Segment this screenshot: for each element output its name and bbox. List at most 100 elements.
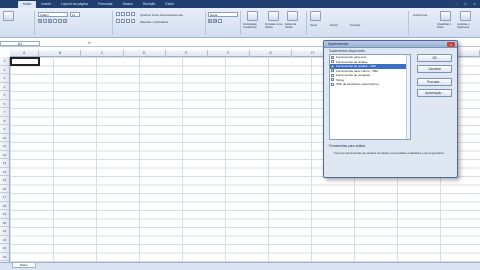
addin-checkbox[interactable] bbox=[331, 64, 334, 68]
font-color-icon[interactable]: A bbox=[63, 19, 67, 23]
orientation-icon[interactable] bbox=[131, 12, 135, 16]
merge-center-button[interactable]: Mesclar e Centralizar bbox=[140, 20, 168, 24]
number-format-select[interactable]: Geral bbox=[208, 12, 238, 17]
addin-list-item[interactable]: XML de Assistente para Internet bbox=[330, 82, 410, 87]
find-select-icon[interactable] bbox=[460, 11, 471, 21]
row-header[interactable]: 14 bbox=[0, 168, 9, 176]
fx-icon[interactable]: fx bbox=[88, 41, 91, 45]
active-cell-a1[interactable] bbox=[10, 57, 40, 66]
browse-button[interactable]: Procurar... bbox=[417, 78, 452, 86]
column-header[interactable]: A bbox=[10, 50, 40, 57]
row-header[interactable]: 20 bbox=[0, 219, 9, 227]
addin-checkbox[interactable] bbox=[331, 78, 334, 82]
row-header[interactable]: 19 bbox=[0, 210, 9, 219]
automation-button[interactable]: Automação... bbox=[417, 89, 452, 97]
percent-icon[interactable]: % bbox=[213, 19, 217, 23]
addins-list[interactable]: Ferramentas para euro Ferramentas de anál… bbox=[329, 54, 411, 140]
addin-checkbox[interactable] bbox=[331, 55, 334, 59]
align-bottom-icon[interactable] bbox=[126, 12, 130, 16]
italic-icon[interactable]: I bbox=[43, 19, 47, 23]
border-icon[interactable] bbox=[53, 19, 57, 23]
column-header[interactable]: B bbox=[39, 50, 82, 57]
row-header[interactable]: 9 bbox=[0, 125, 9, 134]
addin-checkbox[interactable] bbox=[331, 82, 334, 86]
row-header[interactable]: 6 bbox=[0, 100, 9, 108]
column-header[interactable]: F bbox=[208, 50, 250, 57]
tab-home[interactable]: Início bbox=[18, 1, 37, 8]
row-header[interactable]: 22 bbox=[0, 236, 9, 244]
addin-checkbox[interactable] bbox=[331, 60, 334, 64]
row-header[interactable]: 24 bbox=[0, 253, 9, 261]
font-size-select[interactable]: 11 bbox=[70, 12, 80, 17]
row-header[interactable]: 15 bbox=[0, 176, 9, 185]
column-header[interactable]: D bbox=[124, 50, 166, 57]
align-left-icon[interactable] bbox=[116, 19, 120, 23]
sheet-tab[interactable]: Plan1 bbox=[12, 263, 36, 268]
row-header[interactable]: 8 bbox=[0, 117, 9, 125]
close-icon[interactable]: × bbox=[447, 42, 455, 47]
window-controls: – □ × bbox=[454, 1, 477, 6]
row-header[interactable]: 4 bbox=[0, 83, 9, 91]
currency-icon[interactable]: $ bbox=[208, 19, 212, 23]
row-header[interactable]: 21 bbox=[0, 227, 9, 236]
row-header[interactable]: 18 bbox=[0, 202, 9, 210]
row-header[interactable]: 16 bbox=[0, 185, 9, 193]
tab-view[interactable]: Exibir bbox=[160, 1, 179, 8]
close-icon[interactable]: × bbox=[472, 1, 477, 6]
tab-data[interactable]: Dados bbox=[118, 1, 138, 8]
row-header[interactable]: 7 bbox=[0, 108, 9, 117]
addin-label: Ferramentas de análise bbox=[336, 59, 368, 64]
row-headers: 1 2 3 4 5 6 7 8 9 10 11 12 13 14 15 16 17 18 19 20 21 22 23 24 bbox=[0, 57, 10, 262]
minimize-icon[interactable]: – bbox=[454, 1, 459, 6]
row-header[interactable]: 13 bbox=[0, 159, 9, 168]
addin-checkbox[interactable] bbox=[331, 73, 334, 77]
column-header[interactable]: G bbox=[250, 50, 293, 57]
underline-icon[interactable]: S bbox=[48, 19, 52, 23]
ok-button[interactable]: OK bbox=[417, 54, 452, 62]
tab-insert[interactable]: Inserir bbox=[36, 1, 56, 8]
sheet-tab-bar: Plan1 bbox=[0, 262, 480, 270]
ribbon-separator bbox=[34, 11, 35, 35]
tab-review[interactable]: Revisão bbox=[138, 1, 161, 8]
format-as-table-label: Formatar como Tabela bbox=[265, 23, 283, 29]
row-header[interactable]: 2 bbox=[0, 66, 9, 74]
sort-filter-icon[interactable] bbox=[440, 11, 451, 21]
align-right-icon[interactable] bbox=[126, 19, 130, 23]
cell-styles-icon[interactable] bbox=[287, 11, 298, 21]
format-as-table-icon[interactable] bbox=[268, 11, 279, 21]
row-header[interactable]: 23 bbox=[0, 244, 9, 253]
align-top-icon[interactable] bbox=[116, 12, 120, 16]
name-box[interactable]: A1 bbox=[0, 41, 40, 46]
row-header[interactable]: 12 bbox=[0, 151, 9, 159]
delete-cells-label[interactable]: Excluir bbox=[330, 24, 338, 27]
row-header[interactable]: 10 bbox=[0, 134, 9, 142]
row-header[interactable]: 5 bbox=[0, 91, 9, 100]
insert-cells-icon[interactable] bbox=[310, 11, 321, 21]
column-header[interactable]: C bbox=[81, 50, 124, 57]
row-header[interactable]: 11 bbox=[0, 142, 9, 151]
align-center-icon[interactable] bbox=[121, 19, 125, 23]
autosum-button[interactable]: AutoSoma bbox=[413, 13, 427, 17]
conditional-formatting-icon[interactable] bbox=[247, 11, 258, 21]
tab-formulas[interactable]: Fórmulas bbox=[93, 1, 118, 8]
comma-icon[interactable]: , bbox=[218, 19, 222, 23]
column-header[interactable]: E bbox=[166, 50, 208, 57]
wrap-text-button[interactable]: Quebrar Texto Automaticamente bbox=[140, 13, 183, 17]
addin-checkbox[interactable] bbox=[331, 69, 334, 73]
format-cells-label[interactable]: Formatar bbox=[350, 24, 361, 27]
indent-icon[interactable] bbox=[131, 19, 135, 23]
available-addins-label: Suplementos disponíveis: bbox=[329, 49, 366, 53]
row-header[interactable]: 1 bbox=[0, 57, 9, 66]
cancel-button[interactable]: Cancelar bbox=[417, 65, 452, 73]
list-scrollbar[interactable] bbox=[406, 55, 410, 139]
row-header[interactable]: 3 bbox=[0, 74, 9, 83]
font-name-select[interactable]: Calibri bbox=[38, 12, 68, 17]
fill-color-icon[interactable] bbox=[58, 19, 62, 23]
bold-icon[interactable]: N bbox=[38, 19, 42, 23]
ribbon-separator bbox=[240, 11, 241, 35]
paste-icon[interactable] bbox=[3, 11, 14, 21]
align-middle-icon[interactable] bbox=[121, 12, 125, 16]
row-header[interactable]: 17 bbox=[0, 193, 9, 202]
tab-page-layout[interactable]: Layout da página bbox=[56, 1, 93, 8]
restore-icon[interactable]: □ bbox=[463, 1, 468, 6]
